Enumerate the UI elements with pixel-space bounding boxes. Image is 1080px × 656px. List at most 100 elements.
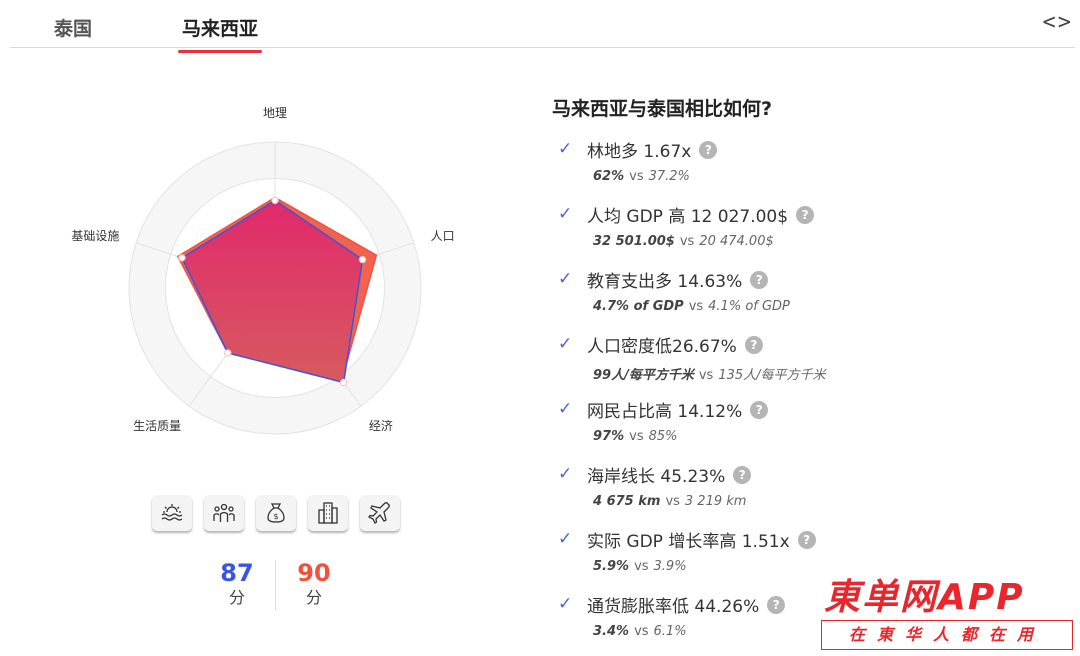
comparison-text: 人均 GDP 高 12 027.00$ bbox=[587, 207, 789, 227]
vs-label: vs bbox=[629, 429, 644, 444]
value-malaysia: 3.4% bbox=[593, 624, 630, 639]
comparison-text: 网民占比高 14.12% bbox=[587, 402, 743, 422]
comparison-text: 通货膨胀率低 44.26% bbox=[587, 597, 760, 617]
comparison-item: ✓ 海岸线长 45.23%? 4 675 km vs 3 219 km bbox=[558, 461, 1058, 526]
score-panel: 87 分 90 分 bbox=[200, 558, 350, 610]
check-icon: ✓ bbox=[558, 594, 573, 614]
axis-label-infrastructure: 基础设施 bbox=[71, 228, 120, 243]
landscape-icon bbox=[161, 504, 183, 521]
tab-malaysia[interactable]: 马来西亚 bbox=[177, 14, 263, 53]
value-thailand: 4.1% of GDP bbox=[708, 299, 790, 314]
comparison-text: 人口密度低26.67% bbox=[587, 337, 737, 357]
score-unit: 分 bbox=[305, 588, 322, 607]
value-thailand: 37.2% bbox=[648, 169, 690, 184]
comparison-headline: 人均 GDP 高 12 027.00$? bbox=[587, 202, 815, 227]
score-malaysia: 87 分 bbox=[207, 558, 267, 608]
economy-button[interactable]: $ bbox=[256, 495, 296, 531]
radar-point bbox=[178, 254, 186, 262]
buildings-icon bbox=[318, 502, 338, 524]
tab-bar: 泰国 马来西亚 <> bbox=[10, 0, 1075, 53]
comparison-values: 99人/每平方千米 vs 135人/每平方千米 bbox=[593, 364, 826, 383]
radar-point bbox=[224, 349, 232, 357]
comparison-headline: 人口密度低26.67%? bbox=[587, 332, 763, 357]
axis-label-geography: 地理 bbox=[263, 105, 288, 120]
vs-label: vs bbox=[698, 368, 714, 383]
vs-label: vs bbox=[679, 234, 695, 249]
comparison-values: 62% vs 37.2% bbox=[593, 169, 690, 184]
score-divider bbox=[275, 560, 276, 610]
geography-button[interactable] bbox=[152, 495, 192, 531]
value-malaysia: 99人/每平方千米 bbox=[593, 368, 694, 383]
help-icon[interactable]: ? bbox=[744, 335, 763, 354]
value-malaysia: 32 501.00$ bbox=[593, 234, 675, 249]
comparison-values: 4 675 km vs 3 219 km bbox=[593, 494, 746, 509]
check-icon: ✓ bbox=[558, 139, 573, 159]
comparison-values: 3.4% vs 6.1% bbox=[593, 624, 687, 639]
infrastructure-button[interactable] bbox=[308, 495, 348, 531]
help-icon[interactable]: ? bbox=[796, 205, 815, 224]
money-bag-icon: $ bbox=[267, 503, 285, 523]
comparison-text: 教育支出多 14.63% bbox=[587, 272, 743, 292]
comparison-title: 马来西亚与泰国相比如何? bbox=[552, 98, 773, 120]
comparison-headline: 教育支出多 14.63%? bbox=[587, 267, 769, 292]
comparison-item: ✓ 网民占比高 14.12%? 97% vs 85% bbox=[558, 396, 1058, 461]
category-icon-row: $ bbox=[152, 495, 400, 531]
check-icon: ✓ bbox=[558, 204, 573, 224]
axis-label-quality-of-life: 生活质量 bbox=[133, 419, 182, 434]
population-button[interactable] bbox=[204, 495, 244, 531]
help-icon[interactable]: ? bbox=[797, 530, 816, 549]
help-icon[interactable]: ? bbox=[733, 465, 752, 484]
prev-next-arrows-icon[interactable]: <> bbox=[1043, 10, 1074, 35]
help-icon[interactable]: ? bbox=[750, 400, 769, 419]
radar-svg bbox=[128, 141, 422, 435]
value-malaysia: 5.9% bbox=[593, 559, 630, 574]
watermark-slogan: 在東华人都在用 bbox=[821, 620, 1073, 650]
comparison-headline: 林地多 1.67x? bbox=[587, 137, 718, 162]
comparison-text: 实际 GDP 增长率高 1.51x bbox=[587, 532, 790, 552]
help-icon[interactable]: ? bbox=[699, 140, 718, 159]
check-icon: ✓ bbox=[558, 334, 573, 354]
score-value: 90 bbox=[297, 559, 331, 587]
help-icon[interactable]: ? bbox=[750, 270, 769, 289]
comparison-headline: 实际 GDP 增长率高 1.51x? bbox=[587, 527, 816, 552]
watermark: 東单网APP 在東华人都在用 bbox=[818, 568, 1076, 654]
value-thailand: 85% bbox=[648, 429, 678, 444]
score-thailand: 90 分 bbox=[284, 558, 344, 608]
value-malaysia: 4 675 km bbox=[593, 494, 661, 509]
value-malaysia: 4.7% of GDP bbox=[593, 299, 684, 314]
travel-button[interactable] bbox=[360, 495, 400, 531]
value-malaysia: 97% bbox=[593, 429, 625, 444]
radar-point bbox=[358, 255, 367, 264]
check-icon: ✓ bbox=[558, 399, 573, 419]
value-malaysia: 62% bbox=[593, 169, 625, 184]
people-icon bbox=[213, 503, 235, 522]
vs-label: vs bbox=[634, 559, 649, 574]
radar-point bbox=[339, 378, 348, 387]
value-thailand: 135人/每平方千米 bbox=[718, 368, 826, 383]
value-thailand: 6.1% bbox=[653, 624, 687, 639]
comparison-values: 32 501.00$ vs 20 474.00$ bbox=[593, 234, 774, 249]
radar-point bbox=[271, 196, 279, 205]
axis-label-economy: 经济 bbox=[368, 419, 393, 434]
svg-text:$: $ bbox=[273, 512, 278, 521]
vs-label: vs bbox=[665, 494, 680, 509]
comparison-item: ✓ 教育支出多 14.63%? 4.7% of GDP vs 4.1% of GDP bbox=[558, 266, 1058, 331]
check-icon: ✓ bbox=[558, 464, 573, 484]
watermark-brand: 東单网APP bbox=[824, 577, 1025, 618]
help-icon[interactable]: ? bbox=[767, 595, 786, 614]
comparison-headline: 通货膨胀率低 44.26%? bbox=[587, 592, 786, 617]
comparison-headline: 网民占比高 14.12%? bbox=[587, 397, 769, 422]
axis-label-population: 人口 bbox=[430, 228, 455, 243]
comparison-values: 5.9% vs 3.9% bbox=[593, 559, 687, 574]
comparison-text: 林地多 1.67x bbox=[587, 142, 692, 162]
comparison-values: 4.7% of GDP vs 4.1% of GDP bbox=[593, 299, 790, 314]
check-icon: ✓ bbox=[558, 529, 573, 549]
tab-thailand[interactable]: 泰国 bbox=[54, 14, 92, 41]
comparison-item: ✓ 林地多 1.67x? 62% vs 37.2% bbox=[558, 136, 1058, 201]
score-value: 87 bbox=[220, 559, 254, 587]
radar-chart: 地理 人口 经济 生活质量 基础设施 bbox=[60, 90, 500, 470]
comparison-item: ✓ 人均 GDP 高 12 027.00$? 32 501.00$ vs 20 474.… bbox=[558, 201, 1058, 266]
value-thailand: 20 474.00$ bbox=[699, 234, 774, 249]
vs-label: vs bbox=[629, 169, 644, 184]
value-thailand: 3 219 km bbox=[684, 494, 747, 509]
